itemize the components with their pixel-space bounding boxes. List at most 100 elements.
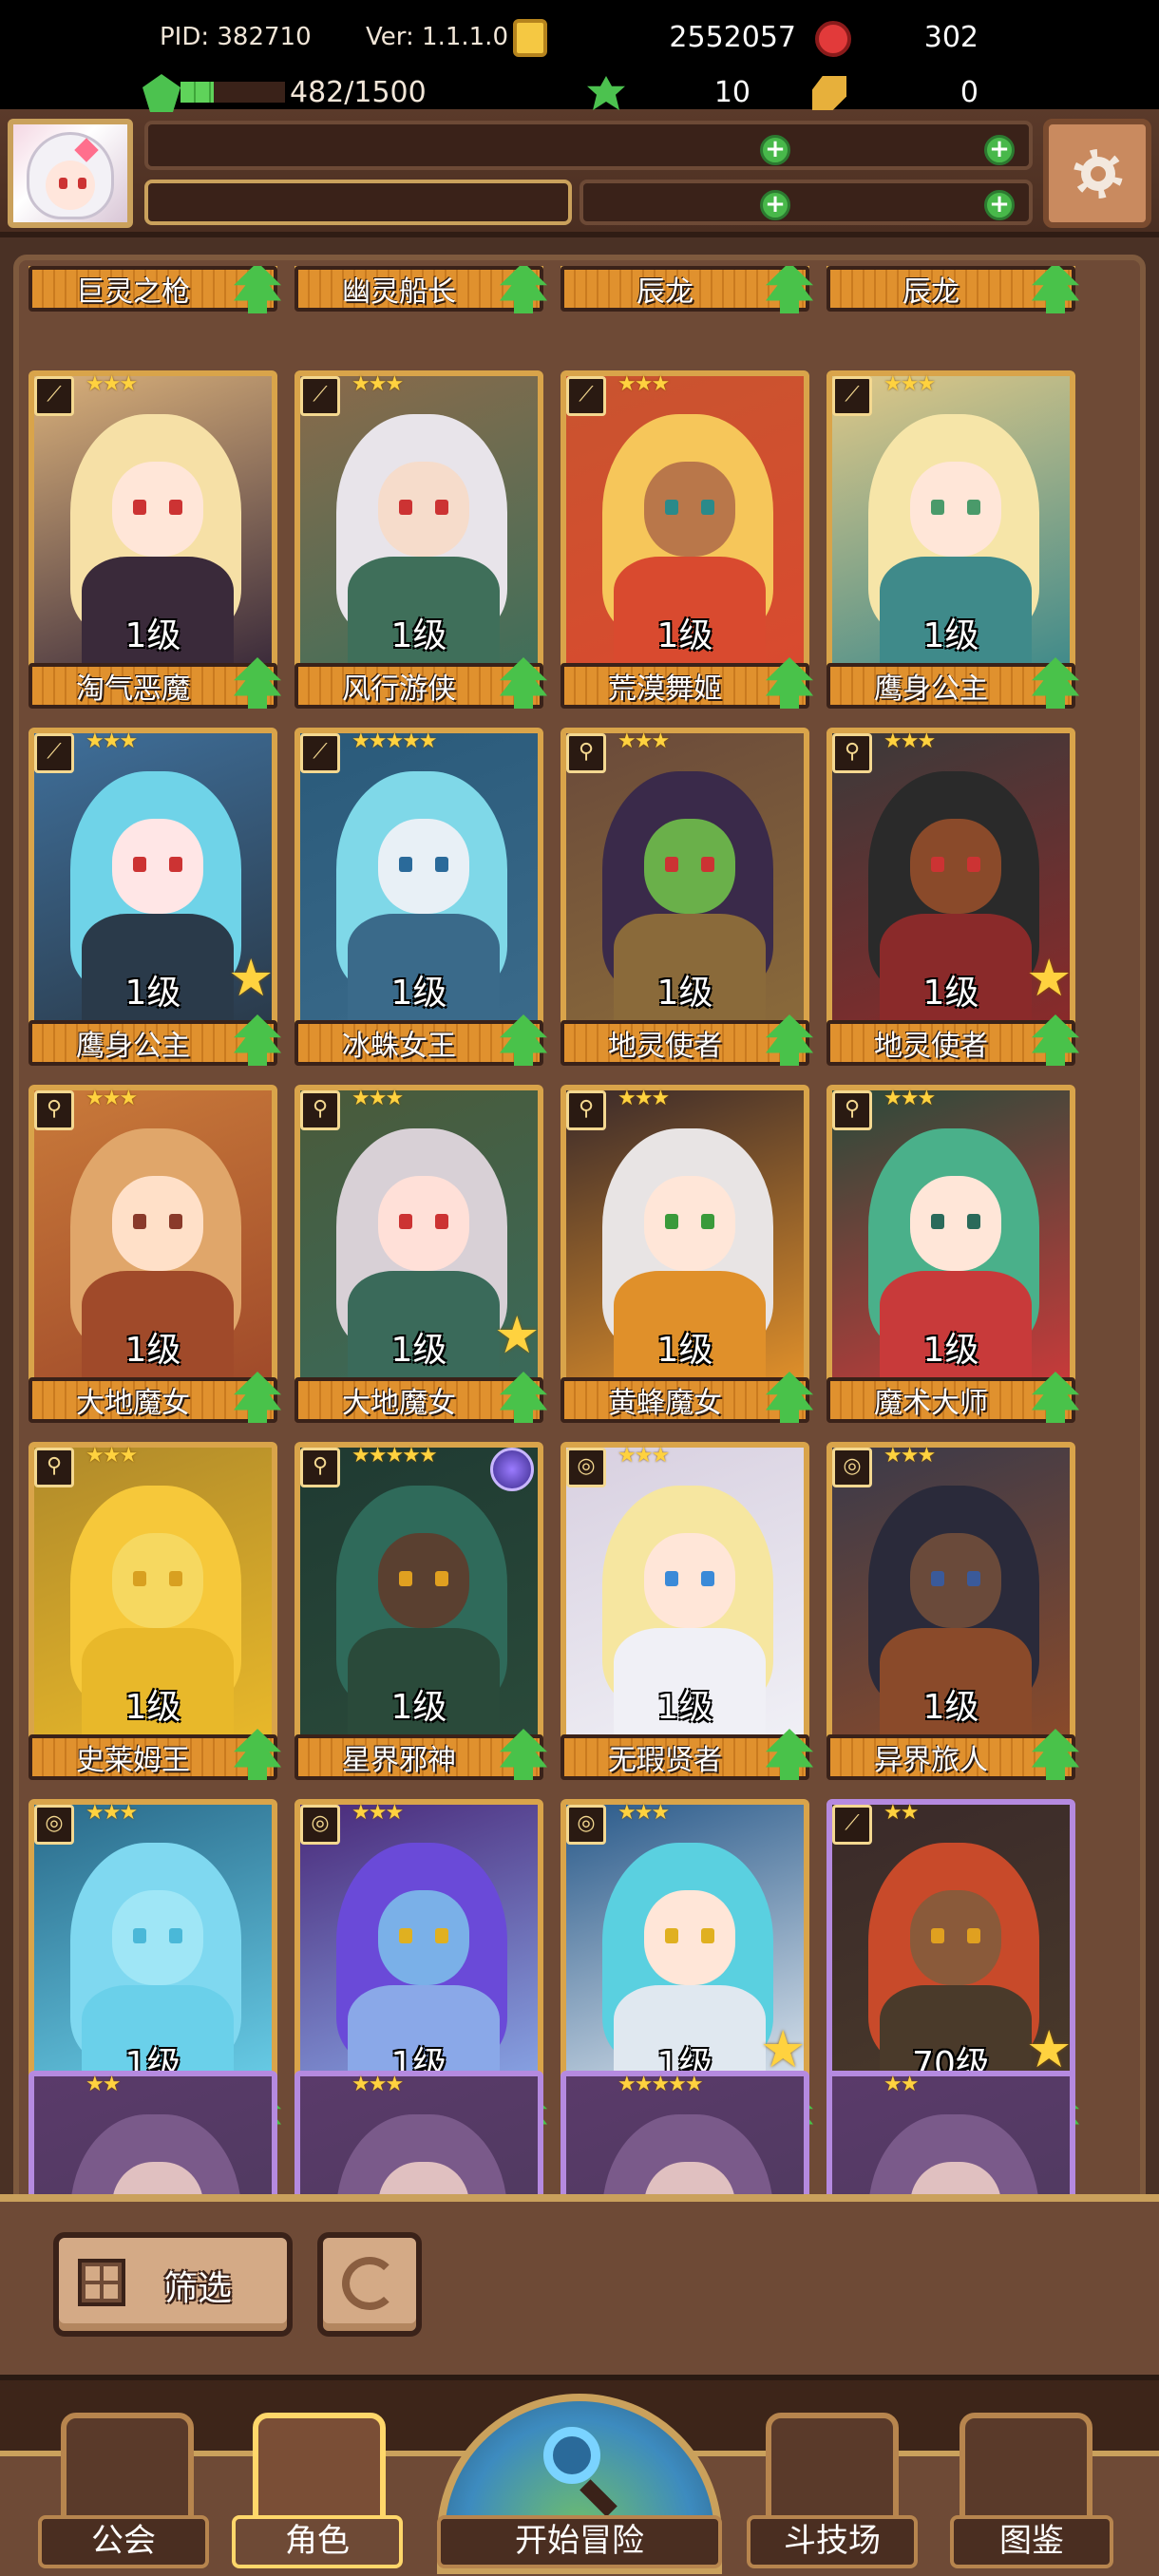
- staff-icon: ⚲: [832, 1090, 872, 1130]
- orb-icon: ◎: [300, 1805, 340, 1845]
- add-tickets-button[interactable]: +: [984, 190, 1015, 220]
- clover-count: 10: [713, 76, 750, 109]
- rarity-stars: ★★★: [618, 729, 670, 753]
- rarity-stars: ★★★: [618, 372, 670, 396]
- rarity-stars: ★★: [884, 1801, 919, 1825]
- hero-card[interactable]: ⚲ ★★★ 1级 大地魔女 ★: [294, 1085, 547, 1423]
- hero-name: 魔术大师: [874, 1387, 988, 1420]
- xp-text: 482/1500: [290, 76, 427, 109]
- add-coins-button[interactable]: +: [760, 135, 790, 165]
- rarity-stars: ★★★: [352, 1087, 404, 1110]
- rarity-stars: ★★: [86, 2073, 121, 2096]
- rarity-stars: ★★★: [618, 1801, 670, 1825]
- staff-icon: ⚲: [566, 1090, 606, 1130]
- hero-name: 辰龙: [636, 275, 694, 309]
- spear-icon: ⟋: [300, 376, 340, 416]
- hero-card[interactable]: ⟋ ★★★ 1级 淘气恶魔: [28, 370, 281, 709]
- hero-card[interactable]: ⟋ ★★★ 1级 鹰身公主: [826, 370, 1079, 709]
- nav-label: 斗技场: [747, 2515, 918, 2568]
- hero-level: 1级: [656, 616, 713, 655]
- hero-level: 1级: [124, 616, 181, 655]
- add-gems-button[interactable]: +: [984, 135, 1015, 165]
- hero-card[interactable]: ★★: [826, 2071, 1075, 2194]
- rarity-stars: ★★★: [352, 1801, 404, 1825]
- hero-name: 地灵使者: [608, 1030, 722, 1063]
- hero-name: 异界旅人: [874, 1744, 988, 1777]
- hero-level: 1级: [390, 1688, 447, 1727]
- rarity-stars: ★★★: [352, 372, 404, 396]
- hero-card[interactable]: ⚲ ★★★ 1级 大地魔女: [28, 1085, 281, 1423]
- hero-card[interactable]: ⟋ ★★★★★ 1级冰蛛女王: [294, 728, 547, 1066]
- hero-name: 淘气恶魔: [76, 672, 190, 706]
- hero-level: 1级: [922, 616, 979, 655]
- hero-card[interactable]: ◎ ★★★ 1级 无瑕贤者: [560, 1442, 813, 1780]
- hero-card[interactable]: ⟋ ★★★ 1级荒漠舞姬: [560, 370, 813, 709]
- coin-icon: [513, 19, 547, 57]
- hero-card[interactable]: ★★: [28, 2071, 277, 2194]
- hero-portrait: [826, 2071, 1075, 2194]
- rarity-stars: ★★★: [884, 1444, 936, 1468]
- game-version: Ver: 1.1.1.0: [366, 23, 508, 51]
- hero-card[interactable]: ⟋ ★★★ 1级 鹰身公主 ★: [28, 728, 281, 1066]
- hero-name: 巨灵之枪: [76, 275, 190, 309]
- hero-level: 1级: [922, 1331, 979, 1370]
- hero-level: 1级: [656, 974, 713, 1013]
- hero-card[interactable]: ⚲ ★★★ 1级 黄蜂魔女: [560, 1085, 813, 1423]
- add-clovers-button[interactable]: +: [760, 190, 790, 220]
- guild-hall-icon: [61, 2413, 194, 2527]
- hero-name: 荒漠舞姬: [608, 672, 722, 706]
- rarity-stars: ★★: [884, 2073, 919, 2096]
- spear-icon: ⟋: [34, 376, 74, 416]
- xp-progress-fill: [180, 82, 215, 103]
- rarity-stars: ★★★: [884, 729, 936, 753]
- hero-name: 冰蛛女王: [342, 1030, 456, 1063]
- hero-level: 1级: [922, 1688, 979, 1727]
- element-orb-icon: [490, 1448, 534, 1491]
- player-avatar[interactable]: [8, 119, 133, 228]
- hero-grid[interactable]: 1级巨灵之枪1级幽灵船长1级辰龙1级辰龙⟋★★★1级淘气恶魔⟋★★★1级风行游侠…: [28, 266, 1130, 2194]
- hero-level: 1级: [390, 974, 447, 1013]
- hero-level: 1级: [124, 1688, 181, 1727]
- hero-name: 大地魔女: [342, 1387, 456, 1420]
- rarity-stars: ★★★★★: [352, 729, 438, 753]
- hero-card[interactable]: ⚲ ★★★ 1级 地灵使者 ★: [826, 728, 1079, 1066]
- hero-level: 1级: [656, 1331, 713, 1370]
- spear-icon: ⟋: [566, 376, 606, 416]
- filter-label: 筛选: [163, 2269, 233, 2308]
- crossed-swords-icon: [766, 2413, 899, 2527]
- resource-header: [0, 109, 1159, 237]
- hero-card[interactable]: ⟋ ★★★ 1级 风行游侠: [294, 370, 547, 709]
- orb-icon: ◎: [34, 1805, 74, 1845]
- ticket-count: 0: [960, 76, 978, 109]
- hero-name: 史莱姆王: [76, 1744, 190, 1777]
- book-icon: [960, 2413, 1092, 2527]
- nav-label: 公会: [38, 2515, 209, 2568]
- settings-button[interactable]: [1043, 119, 1151, 228]
- hero-card[interactable]: ★★★★★: [560, 2071, 809, 2194]
- xp-bar-frame: [144, 180, 572, 225]
- hero-portrait: [28, 2071, 277, 2194]
- nav-label: 图鉴: [950, 2515, 1113, 2568]
- hero-card[interactable]: ⚲ ★★★ 1级史莱姆王: [28, 1442, 281, 1780]
- staff-icon: ⚲: [34, 1090, 74, 1130]
- hero-name: 风行游侠: [342, 672, 456, 706]
- hero-card[interactable]: ★★★: [294, 2071, 543, 2194]
- nav-label: 开始冒险: [437, 2515, 722, 2568]
- hero-card[interactable]: ◎ ★★★ 1级 异界旅人: [826, 1442, 1079, 1780]
- staff-icon: ⚲: [34, 1448, 74, 1487]
- spear-icon: ⟋: [300, 733, 340, 773]
- refresh-icon: [342, 2257, 397, 2310]
- spear-icon: ⟋: [832, 376, 872, 416]
- hero-card[interactable]: ⚲ ★★★ 1级 魔术大师: [826, 1085, 1079, 1423]
- hero-name: 地灵使者: [874, 1030, 988, 1063]
- rarity-stars: ★★★: [86, 1444, 138, 1468]
- rarity-stars: ★★★: [618, 1087, 670, 1110]
- hero-level: 1级: [656, 1688, 713, 1727]
- hero-level: 1级: [124, 1331, 181, 1370]
- hero-name: 鹰身公主: [874, 672, 988, 706]
- gear-icon: [1074, 149, 1123, 199]
- hero-name: 无瑕贤者: [608, 1744, 722, 1777]
- hero-card[interactable]: ⚲ ★★★ 1级 地灵使者: [560, 728, 813, 1066]
- staff-icon: ⚲: [832, 733, 872, 773]
- hero-card[interactable]: ⚲ ★★★★★ 1级 星界邪神: [294, 1442, 547, 1780]
